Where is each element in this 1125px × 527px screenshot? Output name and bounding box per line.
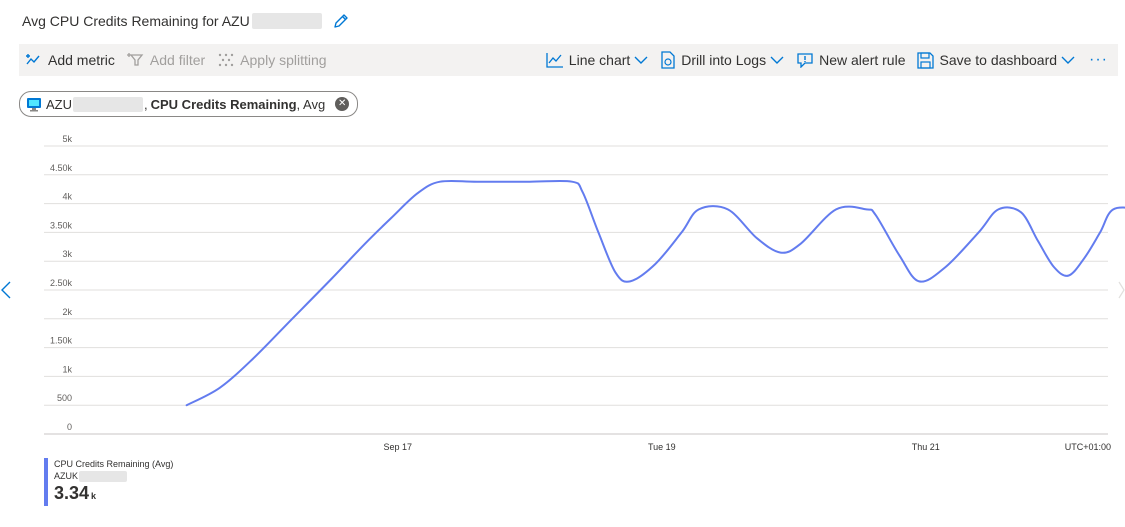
line-chart-icon (546, 53, 563, 68)
y-tick-label: 4k (62, 192, 72, 202)
save-to-dashboard-label: Save to dashboard (939, 52, 1058, 68)
apply-splitting-button[interactable]: Apply splitting (211, 44, 332, 76)
y-tick-label: 1.50k (50, 336, 73, 346)
metric-pill[interactable]: AZU , CPU Credits Remaining , Avg ✕ (19, 91, 359, 117)
logs-icon (661, 51, 675, 69)
y-tick-label: 0 (67, 422, 72, 432)
legend-resource-name: AZUK (54, 471, 79, 481)
pill-separator: , (144, 96, 148, 112)
legend-value-unit: k (91, 491, 97, 501)
series-line (185, 179, 1125, 407)
metrics-toolbar: Add metric Add filter Apply splitting Li… (19, 44, 1118, 76)
legend-series-name: CPU Credits Remaining (Avg) (54, 459, 174, 469)
drill-into-logs-dropdown[interactable]: Drill into Logs (654, 44, 790, 76)
y-tick-label: 1k (62, 364, 72, 374)
legend-value-number: 3.34 (54, 483, 90, 503)
save-icon (917, 51, 935, 69)
legend-value: 3.34 k (54, 482, 173, 507)
line-chart-label: Line chart (568, 52, 631, 68)
add-metric-label: Add metric (48, 52, 115, 68)
y-tick-label: 5k (62, 134, 72, 144)
pill-resource: AZU (46, 96, 72, 112)
add-metric-icon (26, 54, 40, 65)
new-alert-rule-label: New alert rule (819, 52, 906, 68)
chevron-down-icon (770, 56, 784, 64)
chart-title-row: Avg CPU Credits Remaining for AZU (22, 9, 350, 33)
chart-title: Avg CPU Credits Remaining for AZU (22, 13, 250, 29)
chart-legend: CPU Credits Remaining (Avg) AZUK 3.34 k (44, 458, 173, 506)
pencil-icon[interactable] (332, 12, 350, 30)
save-to-dashboard-dropdown[interactable]: Save to dashboard (911, 44, 1081, 76)
filter-icon (126, 53, 144, 66)
more-options-button[interactable]: ··· (1081, 44, 1118, 76)
alert-icon (797, 53, 813, 68)
y-tick-label: 3.50k (50, 220, 73, 230)
new-alert-rule-button[interactable]: New alert rule (790, 44, 911, 76)
redacted-resource-name (79, 470, 128, 482)
pill-metric-name: CPU Credits Remaining (150, 96, 297, 112)
virtual-machine-icon (27, 97, 41, 111)
y-tick-label: 4.50k (50, 163, 73, 173)
y-tick-label: 2.50k (50, 278, 73, 288)
legend-resource: AZUK (54, 470, 173, 482)
x-tick-label: Tue 19 (648, 442, 676, 452)
chevron-down-icon (1061, 56, 1075, 64)
splitting-icon (218, 53, 234, 67)
y-tick-label: 3k (62, 249, 72, 259)
redacted-resource-name (73, 96, 143, 112)
apply-splitting-label: Apply splitting (240, 52, 327, 68)
add-metric-button[interactable]: Add metric (19, 44, 121, 76)
drill-into-logs-label: Drill into Logs (681, 52, 767, 68)
close-icon[interactable]: ✕ (335, 97, 350, 111)
chevron-down-icon (634, 56, 648, 64)
chart-type-dropdown[interactable]: Line chart (540, 44, 654, 76)
add-filter-button[interactable]: Add filter (121, 44, 211, 76)
line-chart: 0 500 1k 1.50k 2k 2.50k 3k 3.50k 4k 4.50k 5k Sep 17… (44, 134, 1125, 452)
add-filter-label: Add filter (149, 52, 206, 68)
x-tick-label: Thu 21 (912, 442, 940, 452)
y-tick-label: 500 (57, 393, 72, 403)
timezone-label: UTC+01:00 (1065, 442, 1111, 452)
x-tick-label: Sep 17 (384, 442, 413, 452)
redacted-resource-name (251, 13, 322, 29)
pill-aggregation: , Avg (296, 96, 326, 112)
y-tick-label: 2k (62, 307, 72, 317)
